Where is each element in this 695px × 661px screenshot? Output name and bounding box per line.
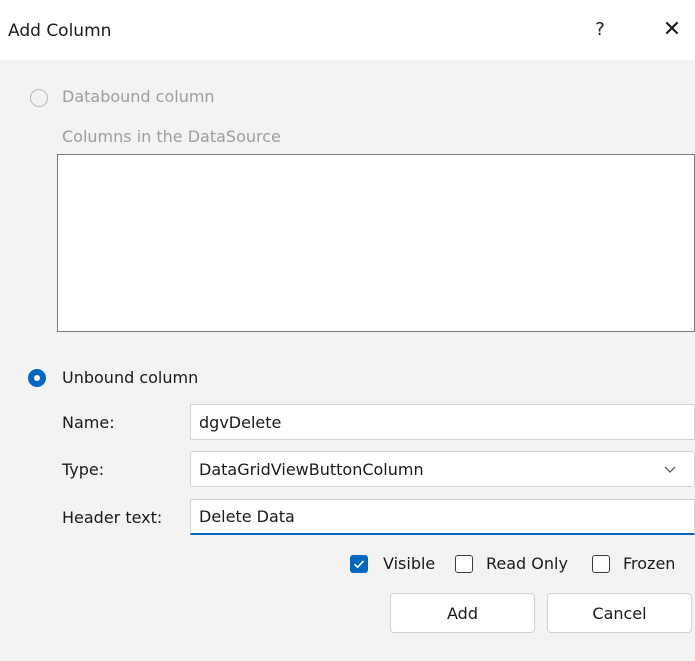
- cancel-button[interactable]: Cancel: [547, 593, 692, 633]
- read-only-checkbox[interactable]: [455, 555, 473, 573]
- databound-column-label: Databound column: [62, 87, 215, 106]
- window-title: Add Column: [8, 21, 112, 41]
- title-bar: Add Column ? ✕: [0, 0, 695, 60]
- name-input[interactable]: dgvDelete: [190, 404, 695, 440]
- name-input-value: dgvDelete: [199, 412, 282, 432]
- name-label: Name:: [62, 413, 115, 432]
- columns-in-datasource-label: Columns in the DataSource: [62, 127, 281, 146]
- frozen-label[interactable]: Frozen: [623, 553, 675, 575]
- datasource-columns-list: [57, 154, 695, 332]
- header-text-input[interactable]: Delete Data: [190, 499, 695, 535]
- unbound-column-radio[interactable]: [28, 369, 46, 387]
- databound-column-radio: [30, 89, 48, 107]
- visible-label[interactable]: Visible: [383, 553, 435, 575]
- frozen-checkbox[interactable]: [592, 555, 610, 573]
- add-column-dialog: Add Column ? ✕ Databound column Columns …: [0, 0, 695, 661]
- close-icon: ✕: [662, 17, 682, 42]
- header-text-input-value: Delete Data: [199, 507, 295, 526]
- type-label: Type:: [62, 460, 105, 479]
- help-icon: ?: [595, 19, 605, 40]
- type-dropdown-value: DataGridViewButtonColumn: [199, 459, 424, 479]
- unbound-column-label[interactable]: Unbound column: [62, 367, 198, 389]
- close-button[interactable]: ✕: [652, 10, 692, 50]
- checkmark-icon: [353, 560, 365, 569]
- add-button[interactable]: Add: [390, 593, 535, 633]
- header-text-label: Header text:: [62, 508, 163, 527]
- type-dropdown[interactable]: DataGridViewButtonColumn: [190, 451, 695, 487]
- read-only-label[interactable]: Read Only: [486, 553, 568, 575]
- help-button[interactable]: ?: [580, 10, 620, 50]
- visible-checkbox[interactable]: [350, 555, 368, 573]
- chevron-down-icon: [664, 466, 676, 473]
